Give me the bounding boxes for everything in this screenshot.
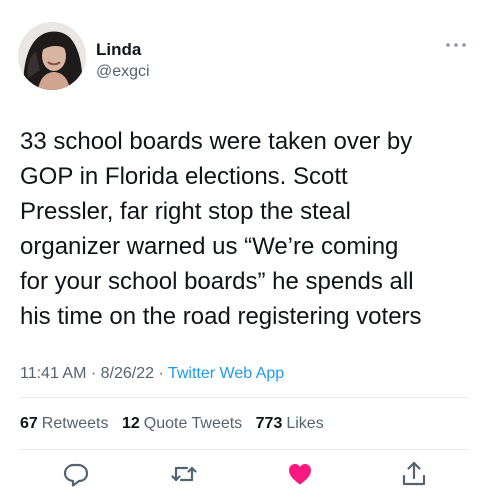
heart-icon [289, 464, 311, 485]
tweet-detail: Linda @exgci 33 school boards were taken… [0, 0, 488, 500]
display-name[interactable]: Linda [96, 40, 141, 60]
divider [20, 397, 468, 398]
likes-count: 773 [255, 415, 283, 432]
more-options-icon[interactable] [444, 38, 468, 52]
user-handle[interactable]: @exgci [96, 62, 150, 82]
engagement-stats: 67 Retweets 12 Quote Tweets 773 Likes [20, 414, 333, 434]
retweet-icon [171, 466, 197, 482]
reply-button[interactable] [62, 460, 90, 488]
tweet-text-line: GOP in Florida elections. Scott [20, 163, 348, 190]
divider [20, 449, 468, 450]
retweets-count: 67 [20, 415, 38, 432]
reply-icon [63, 463, 89, 487]
tweet-source-link[interactable]: Twitter Web App [168, 365, 284, 382]
quote-tweets-stat[interactable]: 12 Quote Tweets [122, 415, 242, 432]
share-icon [402, 461, 426, 486]
tweet-text-line: for your school boards” he spends all [20, 268, 414, 295]
retweets-stat[interactable]: 67 Retweets [20, 415, 109, 432]
retweets-label: Retweets [41, 415, 109, 432]
avatar[interactable] [18, 22, 86, 90]
likes-stat[interactable]: 773 Likes [256, 415, 324, 432]
tweet-time[interactable]: 11:41 AM [20, 365, 86, 382]
tweet-text-line: 33 school boards were taken over by [20, 128, 413, 155]
tweet-date[interactable]: 8/26/22 [101, 365, 154, 382]
tweet-text-line: his time on the road registering voters [20, 303, 422, 330]
quote-tweets-count: 12 [121, 415, 140, 432]
avatar-image [18, 22, 86, 90]
like-button[interactable] [286, 460, 314, 488]
tweet-text: 33 school boards were taken over by GOP … [20, 124, 472, 334]
share-button[interactable] [400, 460, 428, 488]
quote-tweets-label: Quote Tweets [143, 415, 243, 432]
likes-label: Likes [286, 415, 324, 432]
meta-separator: · [90, 365, 97, 382]
tweet-text-line: organizer warned us “We’re coming [20, 233, 399, 260]
meta-separator: · [158, 365, 164, 382]
retweet-button[interactable] [170, 460, 198, 488]
tweet-text-line: Pressler, far right stop the steal [20, 198, 351, 225]
tweet-meta: 11:41 AM · 8/26/22 · Twitter Web App [20, 364, 284, 384]
